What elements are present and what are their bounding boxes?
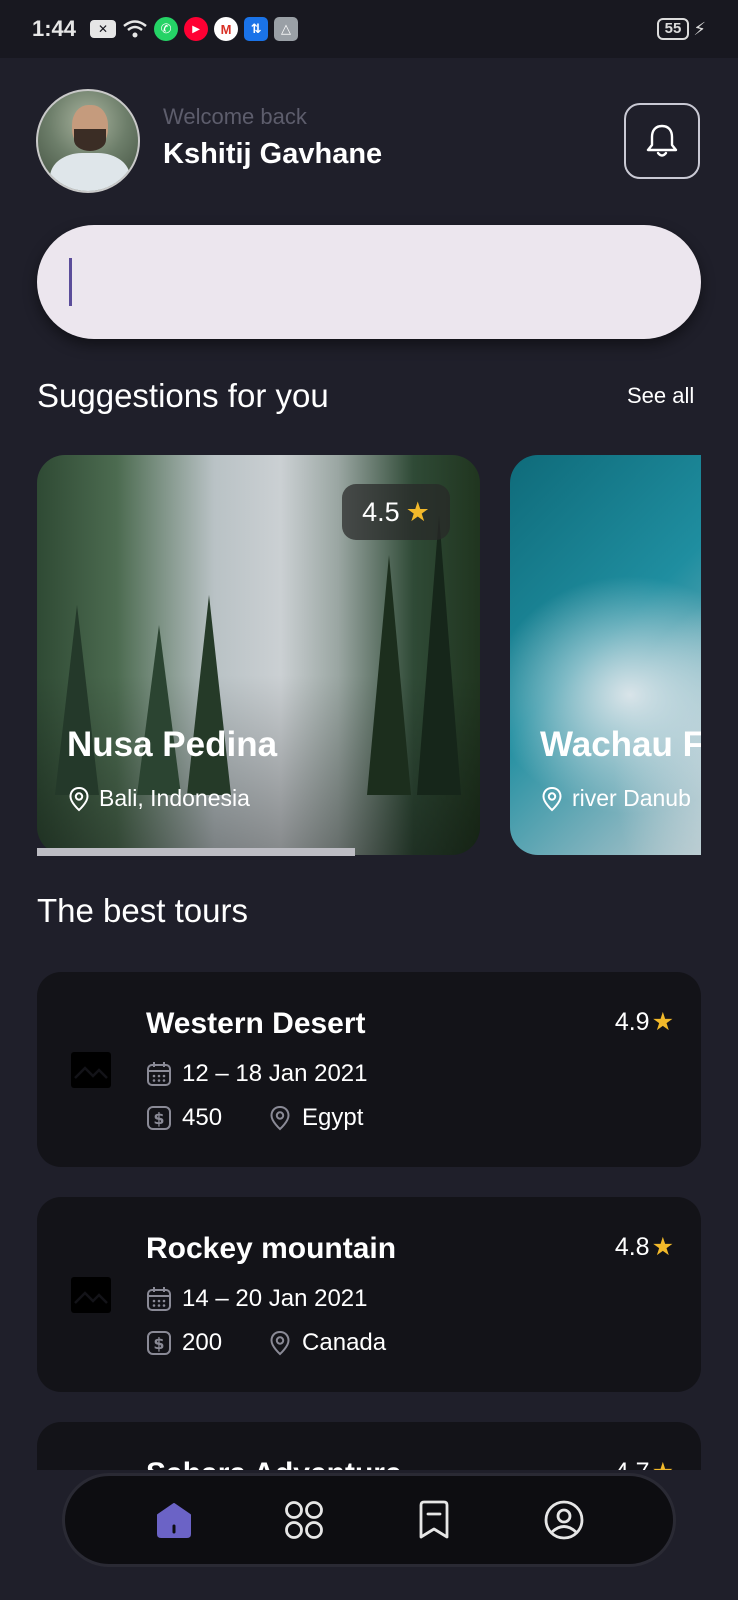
image-placeholder-icon: [71, 1052, 111, 1088]
tour-rating: 4.9 ★: [615, 1007, 674, 1037]
tour-meta: $ 200 Canada: [146, 1329, 386, 1357]
tours-title: The best tours: [37, 892, 248, 929]
tour-dates: 14 – 20 Jan 2021: [146, 1285, 368, 1313]
gmail-icon: M: [214, 17, 239, 41]
app-icon: △: [274, 17, 299, 41]
nav-profile[interactable]: [534, 1490, 594, 1550]
tour-price: 450: [182, 1104, 223, 1131]
battery-icon: 55: [656, 18, 690, 40]
tour-name: Sahara Adventure: [146, 1457, 402, 1470]
tour-name: Rockey mountain: [146, 1232, 397, 1265]
tour-card[interactable]: Western Desert 4.9 ★ 12 – 18 Jan 2021 $: [37, 972, 701, 1167]
suggestions-title: Suggestions for you: [37, 377, 329, 414]
tour-dates-label: 12 – 18 Jan 2021: [182, 1060, 368, 1087]
avatar[interactable]: [36, 89, 140, 193]
location-pin-icon: [270, 1330, 290, 1356]
location-pin-icon: [270, 1105, 290, 1131]
card-location-label: Bali, Indonesia: [99, 785, 250, 811]
star-icon: ★: [405, 496, 430, 527]
search-input[interactable]: [37, 225, 701, 339]
tour-rating: 4.7 ★: [615, 1457, 674, 1471]
tours-list[interactable]: Western Desert 4.9 ★ 12 – 18 Jan 2021 $: [0, 960, 738, 1470]
location-pin-icon: [69, 786, 89, 811]
card-title: Nusa Pedina: [67, 725, 278, 764]
status-time: 1:44: [32, 16, 77, 41]
suggestions-carousel[interactable]: 4.5 ★ Nusa Pedina Bali, Indonesia Wachau…: [37, 455, 701, 857]
tour-price: 200: [182, 1329, 223, 1356]
rating-value: 4.5: [362, 496, 400, 527]
svg-text:$: $: [153, 1334, 164, 1353]
bell-icon: [646, 124, 678, 157]
tour-meta: $ 450 Egypt: [146, 1104, 363, 1132]
card-location-label: river Danub: [572, 785, 691, 811]
tour-rating-value: 4.8: [614, 1232, 650, 1261]
status-icons: ✕ ✆ ▶ M ⇅ △: [90, 17, 299, 41]
tour-location: Canada: [302, 1329, 387, 1356]
status-right: 55 ⚡: [656, 18, 706, 40]
suggestion-card[interactable]: Wachau F river Danub: [510, 455, 701, 855]
tour-dates-label: 14 – 20 Jan 2021: [182, 1285, 368, 1312]
image-placeholder-icon: [71, 1277, 111, 1313]
tour-card[interactable]: Sahara Adventure 4.7 ★: [37, 1422, 701, 1470]
carousel-scroll-indicator: [37, 848, 355, 856]
charging-icon: ⚡: [693, 18, 706, 39]
nav-explore[interactable]: [274, 1490, 334, 1550]
bottom-nav: [62, 1473, 676, 1567]
star-icon: ★: [651, 1233, 674, 1261]
tour-rating-value: 4.7: [615, 1458, 650, 1471]
tour-card[interactable]: Rockey mountain 4.8 ★ 14 – 20 Jan 2021 $: [37, 1197, 701, 1392]
home-icon: [157, 1503, 191, 1538]
dollar-icon: $: [147, 1331, 171, 1355]
location-pin-icon: [542, 786, 562, 811]
notifications-button[interactable]: [624, 103, 700, 179]
wifi-icon: [123, 20, 147, 38]
whatsapp-icon: ✆: [154, 17, 179, 41]
star-icon: ★: [652, 1457, 674, 1470]
grid-icon: [285, 1501, 323, 1539]
svg-text:$: $: [153, 1109, 164, 1128]
username: Kshitij Gavhane: [163, 138, 383, 170]
text-cursor: [69, 258, 72, 306]
tour-rating: 4.8 ★: [615, 1232, 674, 1262]
card-title: Wachau F: [540, 725, 701, 764]
card-location: Bali, Indonesia: [67, 785, 250, 812]
suggestion-card[interactable]: 4.5 ★ Nusa Pedina Bali, Indonesia: [37, 455, 480, 855]
close-notification-icon: ✕: [90, 20, 117, 38]
calendar-icon: [147, 1287, 171, 1311]
usb-icon: ⇅: [244, 17, 269, 41]
dollar-icon: $: [147, 1106, 171, 1130]
star-icon: ★: [651, 1008, 674, 1036]
tour-name: Western Desert: [146, 1007, 366, 1040]
calendar-icon: [147, 1062, 171, 1086]
bookmark-icon: [419, 1500, 449, 1539]
nav-home[interactable]: [144, 1490, 204, 1550]
tour-rating-value: 4.9: [614, 1007, 650, 1036]
nav-bookmarks[interactable]: [404, 1490, 464, 1550]
youtube-icon: ▶: [184, 17, 209, 41]
rating-badge: 4.5 ★: [342, 484, 450, 540]
status-bar: 1:44 ✕ ✆ ▶ M ⇅ △ 55 ⚡: [0, 0, 738, 58]
card-location: river Danub: [540, 785, 691, 812]
see-all-link[interactable]: See all: [627, 383, 694, 409]
profile-icon: [544, 1500, 584, 1540]
tour-dates: 12 – 18 Jan 2021: [146, 1060, 368, 1088]
tour-location: Egypt: [302, 1104, 364, 1131]
welcome-text: Welcome back: [163, 104, 307, 129]
